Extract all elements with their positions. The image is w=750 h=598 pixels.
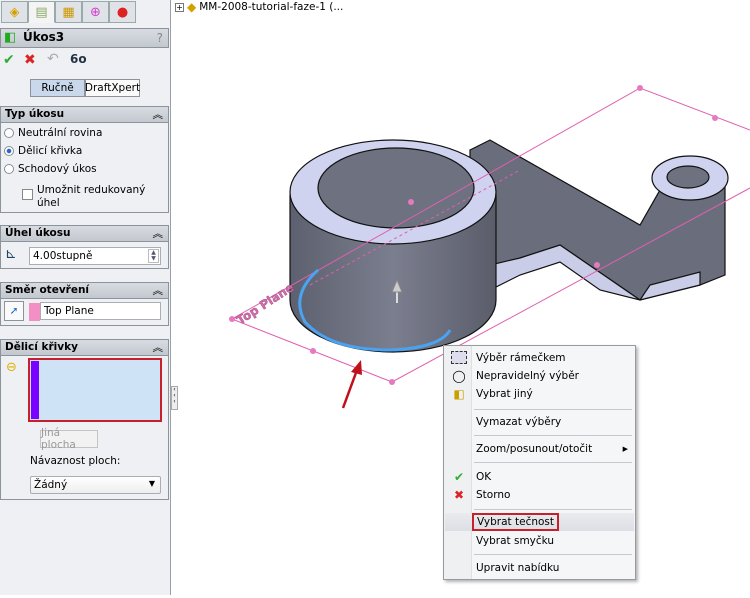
menu-item-label: Upravit nabídku — [476, 562, 560, 574]
property-manager: ◈ ▤ ▦ ⊕ ● ◧ Úkos3 ? ✔ ✖ ↶ 6o Ručně Draft… — [0, 0, 171, 595]
parting-line-icon: ⊖ — [6, 360, 17, 375]
direction-color-swatch — [29, 303, 40, 321]
tab-property-manager[interactable]: ▤ — [28, 1, 55, 23]
draft-type-title: Typ úkosu — [5, 108, 65, 120]
red-arrow — [341, 360, 362, 409]
draft-angle-value: 4.00stupně — [33, 250, 93, 262]
reverse-direction-button[interactable]: ➚ — [4, 301, 24, 321]
menu-item-customize-menu[interactable]: Upravit nabídku — [445, 559, 634, 577]
draft-angle-input[interactable]: 4.00stupně — [29, 247, 161, 265]
pull-direction-input[interactable]: Top Plane — [40, 302, 161, 320]
feature-manager-icon: ◈ — [9, 4, 20, 20]
menu-item-label: Zoom/posunout/otočit — [476, 443, 593, 455]
radio-neutral-plane[interactable]: Neutrální rovina — [4, 127, 102, 139]
undo-icon[interactable]: ↶ — [47, 51, 59, 67]
parting-lines-title: Dělicí křivky — [5, 341, 78, 353]
tab-feature-manager[interactable]: ◈ — [1, 1, 28, 23]
cancel-x-icon[interactable]: ✖ — [24, 52, 36, 68]
other-face-label: Jiná plocha — [41, 427, 76, 451]
pull-direction-header[interactable]: Směr otevření ︽ — [0, 282, 169, 299]
draftxpert-mode-label: DraftXpert — [84, 82, 141, 94]
reduced-angle-checkbox[interactable]: Umožnit redukovaný úhel — [22, 184, 147, 210]
angle-icon: ⊾ — [5, 246, 17, 262]
menu-item-label: Výběr rámečkem — [476, 352, 566, 364]
other-face-button[interactable]: Jiná plocha — [40, 427, 98, 451]
collapse-icon[interactable]: ︽ — [153, 340, 164, 355]
radio-label: Neutrální rovina — [18, 127, 103, 139]
tree-root-label: MM-2008-tutorial-faze-1 (... — [199, 1, 344, 13]
menu-item-label: Vybrat tečnost — [472, 513, 560, 531]
menu-item-clear-selections[interactable]: Vymazat výběry — [445, 413, 634, 431]
menu-item-label: Nepravidelný výběr — [476, 370, 579, 382]
menu-item-select-tangency[interactable]: Vybrat tečnost — [445, 513, 634, 531]
draft-angle-title: Úhel úkosu — [5, 227, 71, 239]
menu-item-lasso-select[interactable]: ◯ Nepravidelný výběr — [445, 367, 634, 385]
draftxpert-mode-button[interactable]: DraftXpert — [85, 79, 140, 97]
face-propagation-value: Žádný — [34, 479, 68, 491]
angle-spinner[interactable]: ▲ ▼ — [148, 249, 159, 263]
parting-lines-list[interactable] — [28, 358, 162, 422]
menu-item-label: Vymazat výběry — [476, 416, 562, 428]
menu-item-label: OK — [476, 471, 492, 483]
check-icon: ✔ — [453, 470, 465, 484]
feature-tree-root[interactable]: + ◆ MM-2008-tutorial-faze-1 (... — [175, 0, 343, 14]
draft-feature-icon: ◧ — [4, 30, 17, 45]
collapse-icon[interactable]: ︽ — [153, 226, 164, 241]
feature-title-bar: ◧ Úkos3 ? — [0, 28, 169, 48]
radio-label: Schodový úkos — [18, 163, 97, 175]
dropdown-arrow-icon: ▼ — [148, 479, 155, 488]
expand-icon[interactable]: + — [175, 2, 184, 12]
menu-item-zoom-pan-rotate[interactable]: Zoom/posunout/otočit ▶ — [445, 440, 634, 458]
menu-item-select-loop[interactable]: Vybrat smyčku — [445, 532, 634, 550]
box-select-icon — [451, 351, 467, 364]
submenu-arrow-icon: ▶ — [622, 445, 628, 453]
display-manager-icon: ● — [116, 4, 129, 20]
collapse-icon[interactable]: ︽ — [153, 283, 164, 298]
cancel-icon: ✖ — [453, 488, 465, 502]
selection-color-marker — [31, 361, 39, 419]
checkbox-label: Umožnit redukovaný úhel — [37, 184, 146, 209]
menu-item-label: Vybrat jiný — [476, 388, 533, 400]
tab-display-manager[interactable]: ● — [109, 1, 136, 23]
context-menu: Výběr rámečkem ◯ Nepravidelný výběr ◧ Vybr… — [443, 345, 636, 580]
configuration-manager-icon: ▦ — [62, 4, 75, 20]
property-manager-icon: ▤ — [35, 4, 48, 20]
face-propagation-label: Návaznost ploch: — [30, 455, 121, 467]
checkbox-box[interactable] — [22, 189, 33, 200]
select-other-icon: ◧ — [453, 387, 465, 401]
reverse-direction-icon: ➚ — [9, 305, 19, 317]
lasso-select-icon: ◯ — [452, 369, 466, 383]
draft-type-header[interactable]: Typ úkosu ︽ — [0, 106, 169, 123]
tab-dimxpert[interactable]: ⊕ — [82, 1, 109, 23]
radio-step-draft[interactable]: Schodový úkos — [4, 163, 97, 175]
radio-parting-line[interactable]: Dělicí křivka — [4, 145, 82, 157]
menu-item-ok[interactable]: ✔ OK — [445, 468, 634, 486]
menu-item-select-other[interactable]: ◧ Vybrat jiný — [445, 385, 634, 403]
dimxpert-icon: ⊕ — [90, 4, 101, 20]
panel-collapse-handle[interactable]: ‹ ‹ ‹ — [171, 386, 178, 410]
menu-item-label: Vybrat smyčku — [476, 535, 555, 547]
pull-direction-title: Směr otevření — [5, 284, 90, 296]
help-icon[interactable]: ? — [157, 31, 163, 45]
manual-mode-button[interactable]: Ručně — [30, 79, 85, 97]
feature-title: Úkos3 — [23, 30, 65, 44]
tab-configuration-manager[interactable]: ▦ — [55, 1, 82, 23]
parting-lines-header[interactable]: Dělicí křivky ︽ — [0, 339, 169, 356]
plane-label: Top Plane — [234, 280, 296, 327]
menu-item-box-select[interactable]: Výběr rámečkem — [445, 349, 634, 367]
pull-direction-value: Top Plane — [44, 305, 94, 317]
face-propagation-select[interactable]: Žádný ▼ — [30, 476, 161, 494]
menu-item-cancel[interactable]: ✖ Storno — [445, 486, 634, 504]
preview-glasses-icon[interactable]: 6o — [70, 52, 87, 66]
draft-angle-header[interactable]: Úhel úkosu ︽ — [0, 225, 169, 242]
part-icon: ◆ — [187, 0, 197, 14]
radio-label: Dělicí křivka — [18, 145, 83, 157]
menu-item-label: Storno — [476, 489, 511, 501]
collapse-icon[interactable]: ︽ — [153, 107, 164, 122]
manual-mode-label: Ručně — [41, 82, 74, 94]
ok-check-icon[interactable]: ✔ — [3, 52, 15, 68]
model-part — [289, 139, 729, 353]
